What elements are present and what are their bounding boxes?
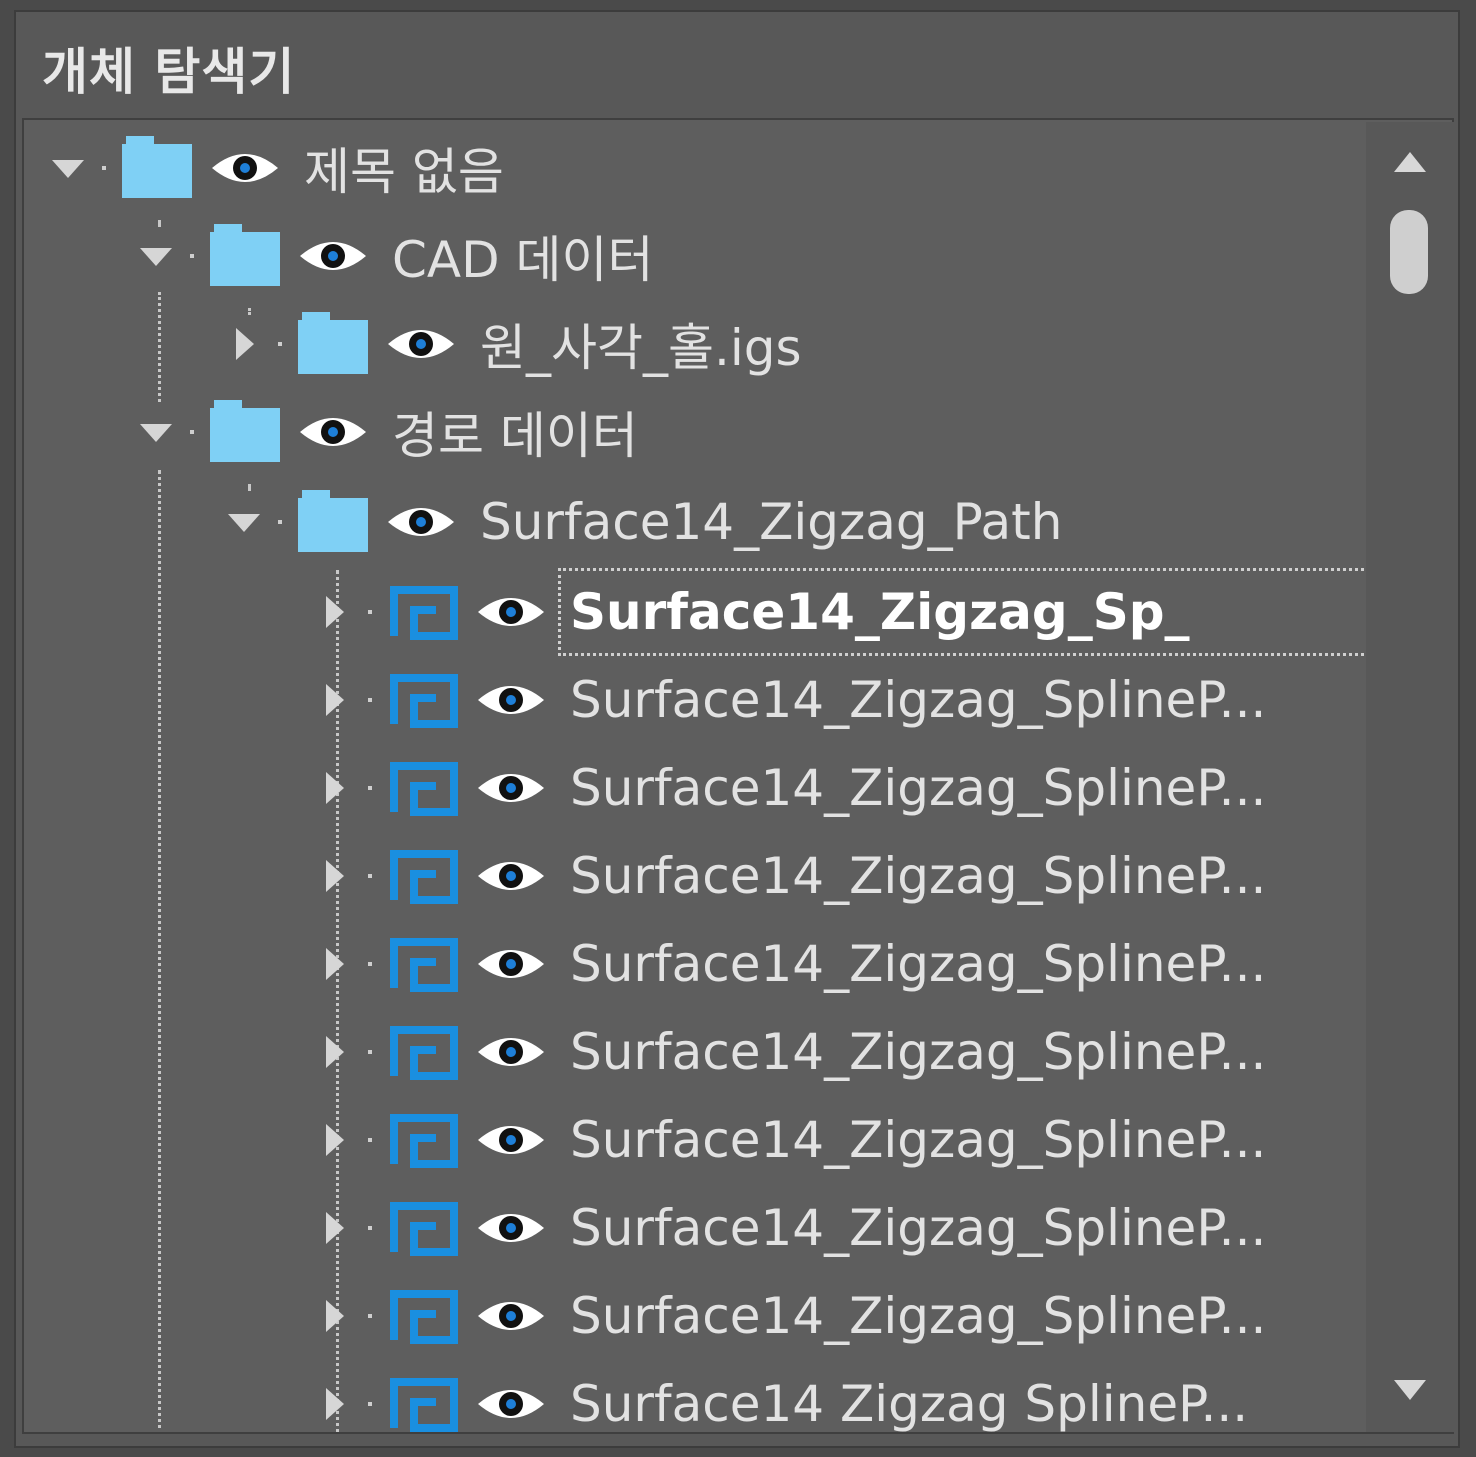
chevron-down-icon[interactable] (136, 410, 180, 454)
tree-node-label: 제목 없음 (304, 143, 504, 201)
chevron-right-icon[interactable] (314, 678, 358, 722)
eye-icon[interactable] (298, 410, 368, 454)
tree-node-label: Surface14_Zigzag_SplineP... (570, 759, 1267, 817)
eye-icon[interactable] (298, 234, 368, 278)
folder-icon (210, 400, 284, 464)
spline-path-icon (390, 1290, 458, 1344)
tree-node-label: Surface14_Zigzag_SplineP... (570, 671, 1267, 729)
chevron-right-icon[interactable] (314, 1030, 358, 1074)
scroll-up-arrow-icon[interactable] (1394, 152, 1426, 172)
tree-connector (92, 146, 122, 190)
tree-connector (358, 1206, 388, 1250)
spline-path-icon (390, 850, 458, 904)
chevron-right-icon[interactable] (314, 590, 358, 634)
tree-node-label: Surface14_Zigzag_SplineP... (570, 935, 1267, 993)
folder-icon (122, 136, 196, 200)
scroll-down-arrow-icon[interactable] (1394, 1380, 1426, 1400)
chevron-right-icon[interactable] (314, 1382, 358, 1426)
eye-icon[interactable] (476, 678, 546, 722)
tree-node-label: CAD 데이터 (392, 231, 654, 289)
tree-connector (358, 766, 388, 810)
tree-node-root[interactable]: 제목 없음 (48, 124, 504, 212)
tree-view[interactable]: 제목 없음 CAD 데이터 원_사각_홀.igs 경로 데이터 Surface1… (22, 118, 1454, 1434)
eye-icon[interactable] (476, 766, 546, 810)
tree-node-label: Surface14_Zigzag_SplineP... (570, 847, 1267, 905)
tree-node-cad-data[interactable]: CAD 데이터 (136, 212, 654, 300)
vertical-scrollbar[interactable] (1366, 122, 1454, 1432)
eye-icon[interactable] (386, 500, 456, 544)
tree-connector (358, 678, 388, 722)
tree-guide-line (158, 292, 161, 402)
tree-node-label: Surface14_Zigzag_SplineP... (570, 1111, 1267, 1169)
tree-node-spline-path[interactable]: Surface14_Zigzag_SplineP... (314, 744, 1266, 832)
tree-node-label: Surface14_Zigzag_SplineP... (570, 1023, 1267, 1081)
eye-icon[interactable] (476, 590, 546, 634)
chevron-right-icon[interactable] (314, 1118, 358, 1162)
chevron-down-icon[interactable] (136, 234, 180, 278)
tree-node-spline-path[interactable]: Surface14_Zigzag_SplineP... (314, 1096, 1266, 1184)
eye-icon[interactable] (476, 1294, 546, 1338)
tree-connector (358, 1294, 388, 1338)
tree-guide-line (158, 470, 161, 1432)
eye-icon[interactable] (476, 942, 546, 986)
chevron-right-icon[interactable] (314, 1294, 358, 1338)
tree-node-spline-path[interactable]: Surface14_Zigzag_SplineP... (314, 832, 1266, 920)
tree-node-label: Surface14_Zigzag_SplineP... (570, 1287, 1267, 1345)
tree-connector (358, 854, 388, 898)
spline-path-icon (390, 1026, 458, 1080)
tree-connector (358, 1118, 388, 1162)
tree-connector (358, 1382, 388, 1426)
spline-path-icon (390, 1114, 458, 1168)
tree-connector (268, 322, 298, 366)
eye-icon[interactable] (476, 854, 546, 898)
chevron-down-icon[interactable] (48, 146, 92, 190)
folder-icon (298, 490, 372, 554)
tree-node-label: Surface14 Zigzag SplineP... (570, 1375, 1249, 1433)
tree-node-spline-path[interactable]: Surface14 Zigzag SplineP... (314, 1360, 1249, 1433)
tree-node-path-group[interactable]: Surface14_Zigzag_Path (224, 478, 1062, 566)
chevron-right-icon[interactable] (314, 854, 358, 898)
folder-icon (210, 224, 284, 288)
tree-node-spline-path[interactable]: Surface14_Zigzag_SplineP... (314, 1272, 1266, 1360)
spline-path-icon (390, 674, 458, 728)
tree-node-spline-path[interactable]: Surface14_Zigzag_SplineP... (314, 1184, 1266, 1272)
spline-path-icon (390, 586, 458, 640)
tree-node-label: 경로 데이터 (392, 407, 638, 465)
tree-node-spline-path[interactable]: Surface14_Zigzag_SplineP... (314, 1008, 1266, 1096)
scroll-thumb[interactable] (1390, 210, 1428, 294)
eye-icon[interactable] (476, 1030, 546, 1074)
tree-connector (268, 500, 298, 544)
tree-node-label: 원_사각_홀.igs (480, 319, 802, 377)
spline-path-icon (390, 938, 458, 992)
tree-connector (358, 942, 388, 986)
tree-connector (358, 1030, 388, 1074)
tree-node-spline-path[interactable]: Surface14_Zigzag_Sp_ (314, 568, 1190, 656)
eye-icon[interactable] (476, 1118, 546, 1162)
spline-path-icon (390, 1202, 458, 1256)
spline-path-icon (390, 1378, 458, 1432)
tree-node-cad-file[interactable]: 원_사각_홀.igs (224, 300, 802, 388)
chevron-right-icon[interactable] (314, 1206, 358, 1250)
tree-node-label: Surface14_Zigzag_SplineP... (570, 1199, 1267, 1257)
tree-node-spline-path[interactable]: Surface14_Zigzag_SplineP... (314, 920, 1266, 1008)
folder-icon (298, 312, 372, 376)
tree-node-label: Surface14_Zigzag_Path (480, 493, 1063, 551)
tree-node-spline-path[interactable]: Surface14_Zigzag_SplineP... (314, 656, 1266, 744)
eye-icon[interactable] (476, 1206, 546, 1250)
tree-node-path-data[interactable]: 경로 데이터 (136, 388, 638, 476)
chevron-right-icon[interactable] (314, 942, 358, 986)
tree-connector (180, 234, 210, 278)
eye-icon[interactable] (476, 1382, 546, 1426)
eye-icon[interactable] (386, 322, 456, 366)
chevron-down-icon[interactable] (224, 500, 268, 544)
tree-connector (358, 590, 388, 634)
chevron-right-icon[interactable] (314, 766, 358, 810)
chevron-right-icon[interactable] (224, 322, 268, 366)
eye-icon[interactable] (210, 146, 280, 190)
panel-title: 개체 탐색기 (42, 43, 296, 101)
tree-connector (180, 410, 210, 454)
spline-path-icon (390, 762, 458, 816)
tree-node-label: Surface14_Zigzag_Sp_ (570, 583, 1190, 641)
